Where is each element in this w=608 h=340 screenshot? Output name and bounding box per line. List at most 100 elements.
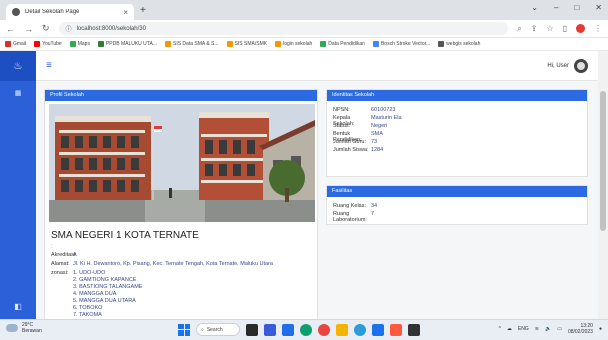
brand-icon[interactable]: ♨ <box>0 51 36 81</box>
file-explorer-icon[interactable] <box>336 323 348 336</box>
weather-widget[interactable]: 29°C Berawan <box>6 322 42 334</box>
battery-icon[interactable]: ▭ <box>557 326 562 332</box>
maximize-icon[interactable]: □ <box>574 3 579 12</box>
bookmark-label: webgis sekolah <box>446 41 481 47</box>
avatar[interactable] <box>574 58 588 73</box>
taskbar-search[interactable]: ⌕ Search <box>196 323 240 336</box>
browser-tab[interactable]: Detail Sekolah Page × <box>6 4 134 20</box>
info-label: Status: <box>333 123 351 129</box>
fasilitas-card: Fasilitas Ruang Kelas: 34 Ruang Laboratori… <box>326 185 588 225</box>
info-row: Kepala Sekolah: Masturin Ela <box>333 115 581 127</box>
tab-close-icon[interactable]: × <box>123 8 128 17</box>
bookmark-item[interactable]: login sekolah <box>275 41 312 47</box>
identitas-list: NPSN: 60100723 Kepala Sekolah: Masturin Ela… <box>327 101 587 155</box>
share-icon[interactable]: ⇪ <box>531 24 538 34</box>
zonasi-row: zonasi: 1. UDO-UDO 2. GAMTIONG KAPANCE 3. … <box>51 270 313 319</box>
info-row: Bentuk Pendidikan: SMA <box>333 131 581 143</box>
clock[interactable]: 13:20 08/02/2023 <box>568 323 593 335</box>
bookmark-item[interactable]: SIS SMA/SMK <box>226 41 267 47</box>
scrollbar-thumb[interactable] <box>600 91 606 231</box>
windows-start-icon[interactable] <box>178 323 190 336</box>
back-icon[interactable]: ← <box>6 24 15 34</box>
page-scrollbar[interactable] <box>598 51 608 319</box>
profile-icon[interactable] <box>576 23 585 33</box>
sidepanel-icon[interactable]: ▯ <box>563 24 567 34</box>
user-menu[interactable]: Hi, User <box>547 58 588 73</box>
zonasi-item: 2. GAMTIONG KAPANCE <box>73 277 137 283</box>
bookmark-label: login sekolah <box>283 41 313 47</box>
search-icon: ⌕ <box>201 326 204 333</box>
zonasi-item: 4. MANGGA DUA <box>73 291 117 297</box>
bookmark-item[interactable]: Gmail <box>5 41 26 47</box>
bookmark-item[interactable]: PPDB MALUKU UTA... <box>97 41 157 47</box>
bookmark-item[interactable]: YouTube <box>34 41 62 47</box>
search-label: Search <box>206 326 223 333</box>
zoom-icon[interactable]: ⌕ <box>517 24 521 34</box>
browser-tabbar: Detail Sekolah Page × + ⌄ – □ ✕ <box>0 0 608 20</box>
sidebar-toggle-icon[interactable]: ◧ <box>0 302 36 311</box>
bookmark-label: Gmail <box>13 41 27 47</box>
info-label: Jumlah Guru: <box>333 139 367 145</box>
new-tab-icon[interactable]: + <box>140 5 146 16</box>
vscode-icon[interactable] <box>354 323 366 336</box>
close-window-icon[interactable]: ✕ <box>595 3 602 12</box>
school-subtitle: : <box>51 244 53 250</box>
fasilitas-header: Fasilitas <box>327 186 587 197</box>
forward-icon[interactable]: → <box>24 24 33 34</box>
school-name: SMA NEGERI 1 KOTA TERNATE <box>51 230 199 241</box>
bookmark-item[interactable]: Maps <box>69 41 90 47</box>
hamburger-icon[interactable]: ≡ <box>46 60 52 71</box>
language-indicator[interactable]: ENG <box>518 326 529 332</box>
clock-date: 08/02/2023 <box>567 329 593 335</box>
bookmark-item[interactable]: Bosch Stroke Vector... <box>372 41 430 47</box>
video-app-icon[interactable] <box>264 323 276 336</box>
bookmark-item[interactable]: webgis sekolah <box>438 41 480 47</box>
store-icon[interactable] <box>282 323 294 336</box>
url-input[interactable]: ⓘ localhost:8000/sekolah/30 <box>58 22 509 35</box>
menu-dots-icon[interactable]: ⋮ <box>594 24 602 34</box>
top-navbar: ≡ Hi, User <box>36 51 598 81</box>
terminal-icon[interactable] <box>408 323 420 336</box>
info-label: Kepala Sekolah: <box>333 115 355 127</box>
identitas-header: Identitas Sekolah <box>327 90 587 101</box>
identitas-card: Identitas Sekolah NPSN: 60100723 Kepala Se… <box>326 89 588 177</box>
address-actions: ⌕ ⇪ ☆ ▯ ⋮ <box>517 23 602 34</box>
akreditasi-row: Akreditasi: A <box>51 252 313 258</box>
reload-icon[interactable]: ↻ <box>42 23 50 34</box>
alamat-label: Alamat: <box>51 261 70 267</box>
info-row: Jumlah Guru: 73 <box>333 139 581 147</box>
info-label: Ruang Laboratorium: <box>333 211 367 223</box>
zonasi-item: 3. BASTIONG TALANGAME <box>73 284 143 290</box>
alamat-row: Alamat: Jl. Ki H. Dewantoro, Kp. Pisang,… <box>51 261 313 267</box>
info-value: 7 <box>371 211 375 217</box>
os-taskbar: 29°C Berawan ⌕ Search ^ ☁ ENG ≋ 🔈 ▭ 13:2… <box>0 319 608 340</box>
notification-icon[interactable]: ● <box>599 326 602 332</box>
cloud-sync-icon[interactable]: ☁ <box>507 326 512 332</box>
profil-header: Profil Sekolah <box>45 90 317 101</box>
bookmark-item[interactable]: Data Pendidikan <box>320 41 365 47</box>
task-view-icon[interactable] <box>246 323 258 336</box>
star-icon[interactable]: ☆ <box>546 24 553 34</box>
bookmark-favicon-icon <box>226 41 233 47</box>
sidebar-item-dashboard-icon[interactable]: ▦ <box>0 81 36 105</box>
zonasi-item: 6. TOBOKO <box>73 305 103 311</box>
info-icon[interactable]: ⓘ <box>66 24 72 33</box>
cloud-icon <box>6 324 18 332</box>
xampp-icon[interactable] <box>390 323 402 336</box>
bookmark-favicon-icon <box>97 41 104 47</box>
chevron-up-icon[interactable]: ^ <box>499 326 501 332</box>
info-value: 1284 <box>371 147 384 153</box>
zonasi-item: 7. TAKOMA <box>73 312 102 318</box>
wifi-icon[interactable]: ≋ <box>535 326 539 332</box>
tab-title: Detail Sekolah Page <box>25 9 80 15</box>
bookmark-label: PPDB MALUKU UTA... <box>105 41 157 47</box>
fasilitas-list: Ruang Kelas: 34 Ruang Laboratorium: 7 <box>327 197 587 223</box>
mail-icon[interactable] <box>372 323 384 336</box>
minimize-icon[interactable]: – <box>554 3 558 12</box>
main-content: Profil Sekolah SMA NEGERI 1 KOTA TERNATE… <box>36 81 598 319</box>
volume-icon[interactable]: 🔈 <box>545 326 551 332</box>
chrome-icon[interactable] <box>318 323 330 336</box>
bookmark-item[interactable]: SIS Data SMA & S... <box>164 41 219 47</box>
chevron-down-icon[interactable]: ⌄ <box>531 3 538 12</box>
edge-icon[interactable] <box>300 323 312 336</box>
